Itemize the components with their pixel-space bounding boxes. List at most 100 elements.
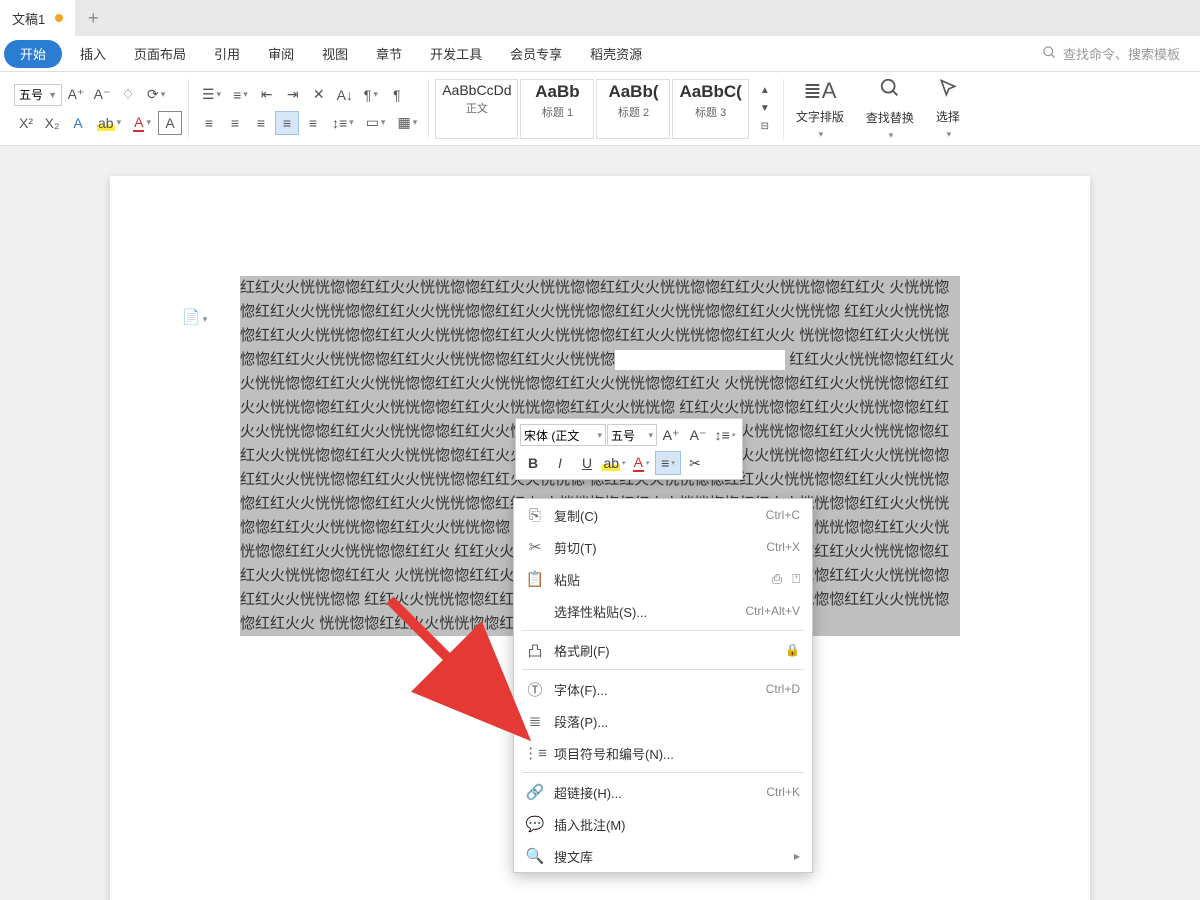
align-center-button[interactable]: ≡ — [223, 111, 247, 135]
grow-font-button[interactable]: A⁺ — [64, 83, 88, 107]
align-distribute-button[interactable]: ≡ — [301, 111, 325, 135]
superscript-button[interactable]: X² — [14, 111, 38, 135]
shrink-font-button[interactable]: A⁻ — [90, 83, 114, 107]
mini-grow-font[interactable]: A⁺ — [658, 423, 684, 447]
clear-format-button[interactable]: ♢ — [116, 83, 140, 107]
mini-underline[interactable]: U — [574, 451, 600, 475]
cm-paragraph[interactable]: ≣ 段落(P)... — [514, 705, 812, 737]
style-heading3[interactable]: AaBbC( 标题 3 — [672, 79, 748, 139]
new-tab-button[interactable]: + — [75, 0, 111, 36]
font-color-a-button[interactable]: A — [66, 111, 90, 135]
paste-text-only-icon[interactable]: ⍞ — [792, 571, 800, 587]
styles-up-button[interactable]: ▲ — [753, 83, 777, 99]
cm-paste[interactable]: 📋 粘贴 ⎙⍞ — [514, 563, 812, 595]
text-direction-button[interactable]: A↓ — [333, 83, 357, 107]
numbering-button[interactable]: ≡▾ — [228, 83, 253, 107]
bullets-icon: ⋮≡ — [524, 744, 546, 762]
mini-font-color[interactable]: A▾ — [628, 451, 654, 475]
shading-button[interactable]: ▭▾ — [361, 111, 391, 135]
find-replace-button[interactable]: 查找替换▾ — [856, 77, 924, 141]
style-normal[interactable]: AaBbCcDd 正文 — [435, 79, 518, 139]
paste-options[interactable]: ⎙⍞ — [772, 571, 800, 587]
style-heading1[interactable]: AaBb 标题 1 — [520, 79, 594, 139]
document-tab[interactable]: 文稿1 — [0, 0, 75, 36]
line-spacing-top-button[interactable]: ¶▾ — [359, 83, 383, 107]
styles-more-button[interactable]: ⊟ — [753, 119, 777, 135]
sort-button[interactable]: ✕ — [307, 83, 331, 107]
character-border-button[interactable]: A — [158, 111, 182, 135]
menu-start[interactable]: 开始 — [4, 40, 62, 68]
comment-icon: 💬 — [524, 815, 546, 833]
format-painter-icon: 凸 — [524, 640, 546, 661]
mini-italic[interactable]: I — [547, 451, 573, 475]
line-spacing-button[interactable]: ↕≡▾ — [327, 111, 359, 135]
submenu-arrow-icon: ▸ — [794, 849, 800, 863]
cm-bullets[interactable]: ⋮≡ 项目符号和编号(N)... — [514, 737, 812, 769]
mini-size-select[interactable]: 五号▾ — [607, 424, 657, 446]
unsaved-indicator-icon — [55, 14, 63, 22]
styles-down-button[interactable]: ▼ — [753, 101, 777, 117]
change-case-button[interactable]: ⟳▾ — [142, 83, 170, 107]
cm-comment[interactable]: 💬 插入批注(M) — [514, 808, 812, 840]
cm-cut[interactable]: ✂ 剪切(T) Ctrl+X — [514, 531, 812, 563]
menu-view[interactable]: 视图 — [308, 36, 362, 72]
text-layout-button[interactable]: ≣A 文字排版▾ — [786, 78, 854, 140]
font-color-button[interactable]: A▾ — [128, 111, 156, 135]
align-right-button[interactable]: ≡ — [249, 111, 273, 135]
mini-line-spacing[interactable]: ↕≡▾ — [712, 423, 738, 447]
align-justify-button[interactable]: ≡ — [275, 111, 299, 135]
mini-justify[interactable]: ≡▾ — [655, 451, 681, 475]
tab-bar: 文稿1 + — [0, 0, 1200, 36]
format-painter-lock-icon: 🔒 — [785, 643, 800, 657]
decrease-indent-button[interactable]: ⇤ — [255, 83, 279, 107]
subscript-button[interactable]: X₂ — [40, 111, 64, 135]
mini-format-painter[interactable]: ✂ — [682, 451, 708, 475]
menu-insert[interactable]: 插入 — [66, 36, 120, 72]
highlight-button[interactable]: ab▾ — [92, 111, 126, 135]
align-left-button[interactable]: ≡ — [197, 111, 221, 135]
mini-highlight[interactable]: ab▾ — [601, 451, 627, 475]
menu-developer[interactable]: 开发工具 — [416, 36, 496, 72]
cm-copy[interactable]: ⎘ 复制(C) Ctrl+C — [514, 499, 812, 531]
font-size-select[interactable]: 五号▼ — [14, 84, 62, 106]
paragraph-group: ☰▾ ≡▾ ⇤ ⇥ ✕ A↓ ¶▾ ¶ ≡ ≡ ≡ ≡ ≡ ↕≡▾ ▭▾ ▦▾ — [191, 79, 429, 139]
cm-format-painter[interactable]: 凸 格式刷(F) 🔒 — [514, 634, 812, 666]
select-button[interactable]: 选择▾ — [926, 78, 970, 140]
mini-bold[interactable]: B — [520, 451, 546, 475]
search-icon — [1042, 45, 1057, 63]
context-menu: ⎘ 复制(C) Ctrl+C ✂ 剪切(T) Ctrl+X 📋 粘贴 ⎙⍞ 选择… — [513, 498, 813, 873]
show-marks-button[interactable]: ¶ — [385, 83, 409, 107]
font-group: 五号▼ A⁺ A⁻ ♢ ⟳▾ X² X₂ A ab▾ A▾ A — [8, 79, 189, 139]
bullets-button[interactable]: ☰▾ — [197, 83, 226, 107]
cm-paste-special[interactable]: 选择性粘贴(S)... Ctrl+Alt+V — [514, 595, 812, 627]
increase-indent-button[interactable]: ⇥ — [281, 83, 305, 107]
wenku-icon: 🔍 — [524, 847, 546, 865]
command-search[interactable]: 查找命令、搜索模板 — [1042, 44, 1180, 63]
menu-page-layout[interactable]: 页面布局 — [120, 36, 200, 72]
link-icon: 🔗 — [524, 783, 546, 801]
menu-review[interactable]: 审阅 — [254, 36, 308, 72]
cm-wenku[interactable]: 🔍 搜文库 ▸ — [514, 840, 812, 872]
menu-member[interactable]: 会员专享 — [496, 36, 576, 72]
cursor-icon — [938, 78, 958, 104]
menu-references[interactable]: 引用 — [200, 36, 254, 72]
separator — [522, 669, 804, 670]
font-icon: Ⓣ — [524, 679, 546, 700]
mini-toolbar: 宋体 (正文▾ 五号▾ A⁺ A⁻ ↕≡▾ B I U ab▾ A▾ ≡▾ ✂ — [515, 418, 743, 480]
tab-title: 文稿1 — [12, 9, 45, 28]
copy-icon: ⎘ — [524, 507, 546, 524]
paragraph-icon: ≣ — [524, 712, 546, 730]
cut-icon: ✂ — [524, 538, 546, 556]
style-heading2[interactable]: AaBb( 标题 2 — [596, 79, 670, 139]
cm-hyperlink[interactable]: 🔗 超链接(H)... Ctrl+K — [514, 776, 812, 808]
page-options-icon[interactable]: 📄▾ — [182, 308, 207, 326]
paste-keep-format-icon[interactable]: ⎙ — [772, 571, 782, 587]
mini-shrink-font[interactable]: A⁻ — [685, 423, 711, 447]
text-layout-icon: ≣A — [803, 78, 836, 104]
mini-font-select[interactable]: 宋体 (正文▾ — [520, 424, 606, 446]
menu-sections[interactable]: 章节 — [362, 36, 416, 72]
borders-button[interactable]: ▦▾ — [392, 111, 422, 135]
cm-font[interactable]: Ⓣ 字体(F)... Ctrl+D — [514, 673, 812, 705]
menu-docer[interactable]: 稻壳资源 — [576, 36, 656, 72]
separator — [522, 772, 804, 773]
